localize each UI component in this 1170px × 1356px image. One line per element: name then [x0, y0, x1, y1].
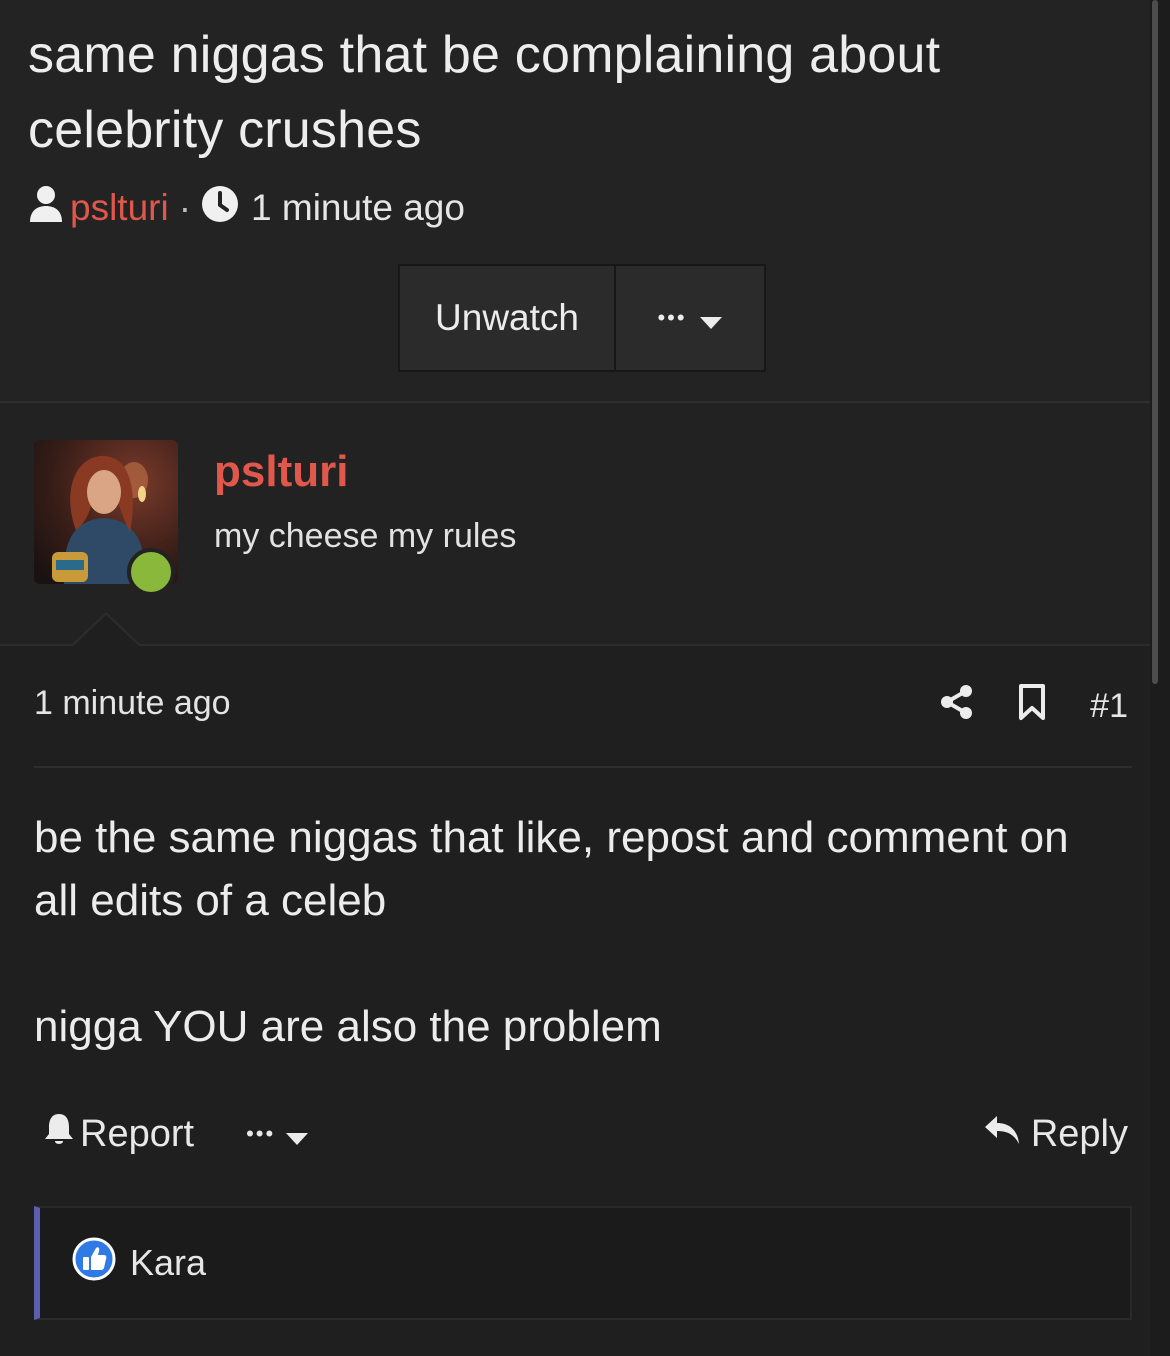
divider	[0, 644, 1150, 646]
reply-label: Reply	[1030, 1112, 1128, 1155]
ellipsis-icon: •••	[246, 1121, 276, 1146]
chevron-down-icon	[699, 297, 723, 339]
share-icon[interactable]	[940, 684, 974, 729]
divider	[34, 766, 1132, 768]
post-footer-left: Report •••	[42, 1108, 309, 1160]
unwatch-button[interactable]: Unwatch	[398, 264, 616, 372]
bell-icon	[42, 1111, 76, 1157]
online-status-indicator	[127, 548, 175, 596]
post-body: be the same niggas that like, repost and…	[34, 806, 1124, 1058]
thread-meta: pslturi · 1 minute ago	[28, 184, 465, 232]
post-username[interactable]: pslturi	[214, 447, 348, 497]
report-label: Report	[80, 1112, 195, 1155]
ellipsis-icon: •••	[657, 305, 687, 330]
bookmark-icon[interactable]	[1018, 683, 1046, 730]
reply-icon	[983, 1113, 1021, 1156]
thread-title: same niggas that be complaining about ce…	[28, 26, 941, 159]
meta-separator: ·	[178, 187, 192, 228]
reply-button[interactable]: Reply	[983, 1108, 1128, 1160]
report-button[interactable]: Report	[42, 1111, 194, 1157]
post-paragraph: be the same niggas that like, repost and…	[34, 813, 1069, 925]
post-time[interactable]: 1 minute ago	[34, 684, 231, 723]
thumbs-up-icon	[72, 1237, 116, 1290]
post-actions: #1	[940, 683, 1128, 730]
chevron-down-icon	[285, 1113, 309, 1156]
post-paragraph: nigga YOU are also the problem	[34, 1002, 662, 1051]
thread-more-button[interactable]: •••	[614, 264, 766, 372]
post-more-button[interactable]: •••	[246, 1113, 309, 1156]
reaction-user[interactable]: Kara	[130, 1242, 206, 1284]
reactions-bar[interactable]: Kara	[34, 1206, 1132, 1320]
user-title: my cheese my rules	[214, 517, 517, 555]
thread-time[interactable]: 1 minute ago	[251, 187, 465, 229]
thread-header: same niggas that be complaining about ce…	[0, 0, 1150, 402]
user-icon	[28, 184, 64, 233]
thread-author-link[interactable]: pslturi	[70, 187, 169, 229]
scrollbar[interactable]	[1152, 0, 1158, 684]
avatar-container[interactable]	[34, 440, 178, 596]
clock-icon	[201, 185, 239, 232]
message-pointer-fill	[72, 615, 140, 647]
post-user-block: pslturi my cheese my rules	[0, 403, 1150, 645]
thread-actions: Unwatch •••	[398, 264, 766, 372]
post-number-link[interactable]: #1	[1090, 687, 1128, 726]
